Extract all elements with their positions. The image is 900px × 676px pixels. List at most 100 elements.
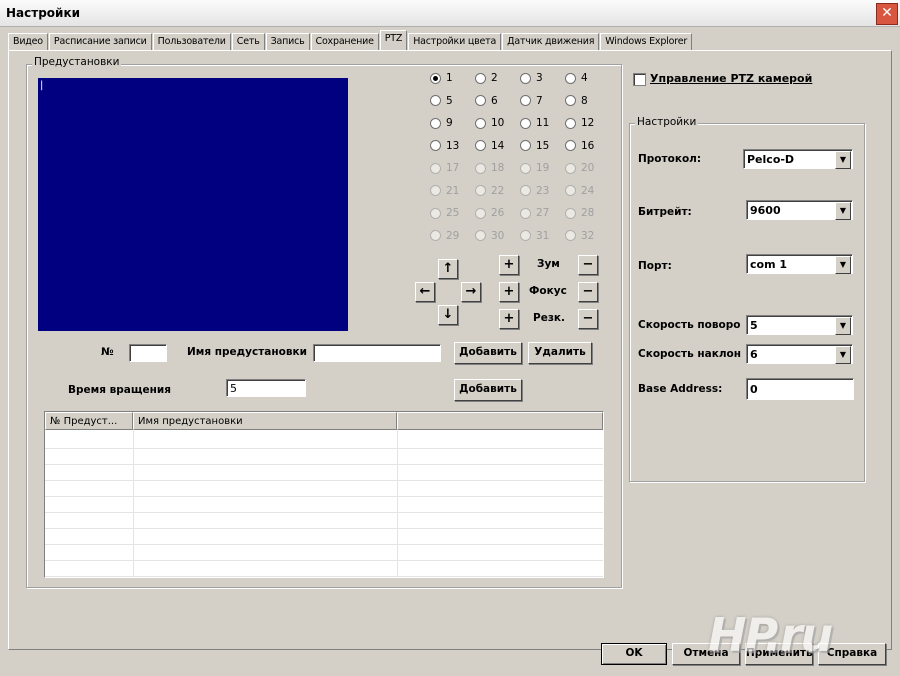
pan-up-button[interactable]: ↑ bbox=[438, 259, 458, 279]
preset-radio-1[interactable]: 1 bbox=[430, 72, 453, 84]
preset-radio-16[interactable]: 16 bbox=[565, 140, 594, 152]
tab-6[interactable]: PTZ bbox=[379, 30, 408, 50]
preset-radio-label: 8 bbox=[581, 94, 588, 107]
rotation-time-input[interactable]: 5 bbox=[226, 379, 306, 397]
column-header-name[interactable]: Имя предустановки bbox=[133, 412, 397, 430]
tab-2[interactable]: Пользователи bbox=[152, 33, 231, 50]
ptz-control-checkbox[interactable] bbox=[633, 73, 646, 86]
radio-dot-icon bbox=[475, 140, 486, 151]
focus-in-button[interactable]: + bbox=[499, 282, 519, 302]
add-preset-button[interactable]: Добавить bbox=[454, 342, 522, 364]
preset-radio-label: 16 bbox=[581, 139, 595, 152]
preset-radio-15[interactable]: 15 bbox=[520, 140, 549, 152]
tab-7[interactable]: Настройки цвета bbox=[408, 33, 502, 50]
preset-radio-12[interactable]: 12 bbox=[565, 117, 594, 129]
preset-radio-13[interactable]: 13 bbox=[430, 140, 459, 152]
radio-dot-icon bbox=[520, 207, 531, 219]
protocol-select[interactable]: Pelco-D ▼ bbox=[743, 149, 853, 169]
radio-dot-icon bbox=[430, 230, 441, 241]
preset-radio-label: 14 bbox=[491, 139, 505, 152]
preset-radio-label: 32 bbox=[581, 229, 595, 242]
tab-4[interactable]: Запись bbox=[265, 33, 310, 50]
column-header-empty[interactable] bbox=[397, 412, 603, 430]
iris-open-button[interactable]: + bbox=[499, 309, 519, 329]
ok-button[interactable]: OK bbox=[601, 643, 667, 665]
radio-dot-icon bbox=[475, 72, 486, 84]
preset-radio-2[interactable]: 2 bbox=[475, 72, 498, 84]
tab-0[interactable]: Видео bbox=[8, 33, 48, 50]
pan-speed-select[interactable]: 5 ▼ bbox=[746, 315, 853, 335]
preset-radio-14[interactable]: 14 bbox=[475, 140, 504, 152]
preset-radio-7[interactable]: 7 bbox=[520, 95, 543, 107]
preset-radio-label: 12 bbox=[581, 117, 595, 129]
preset-radio-label: 29 bbox=[446, 229, 460, 242]
chevron-down-icon[interactable]: ▼ bbox=[835, 202, 851, 220]
pan-left-button[interactable]: ← bbox=[415, 282, 435, 302]
tab-8[interactable]: Датчик движения bbox=[502, 33, 600, 50]
radio-dot-icon bbox=[565, 72, 576, 84]
presets-table[interactable]: № Предуст... Имя предустановки bbox=[44, 411, 604, 578]
pan-speed-label: Скорость поворо bbox=[638, 319, 741, 331]
zoom-in-button[interactable]: + bbox=[499, 255, 519, 275]
port-select[interactable]: com 1 ▼ bbox=[746, 254, 853, 274]
preset-radio-32: 32 bbox=[565, 230, 594, 242]
preset-radio-27: 27 bbox=[520, 207, 549, 219]
tab-5[interactable]: Сохранение bbox=[310, 33, 379, 50]
close-button[interactable]: ✕ bbox=[876, 3, 898, 25]
preset-radio-19: 19 bbox=[520, 162, 549, 174]
preset-radio-26: 26 bbox=[475, 207, 504, 219]
preset-radio-6[interactable]: 6 bbox=[475, 95, 498, 107]
chevron-down-icon[interactable]: ▼ bbox=[835, 346, 851, 364]
zoom-out-button[interactable]: − bbox=[578, 255, 598, 275]
tab-1[interactable]: Расписание записи bbox=[48, 33, 152, 50]
tilt-speed-value: 6 bbox=[750, 348, 758, 361]
radio-dot-icon bbox=[565, 207, 576, 219]
preset-radio-9[interactable]: 9 bbox=[430, 117, 453, 129]
preset-radio-5[interactable]: 5 bbox=[430, 95, 453, 107]
focus-out-button[interactable]: − bbox=[578, 282, 598, 302]
table-row bbox=[45, 576, 603, 577]
tab-3[interactable]: Сеть bbox=[231, 33, 265, 50]
preset-radio-label: 17 bbox=[446, 162, 460, 174]
preset-radio-22: 22 bbox=[475, 185, 504, 197]
table-row bbox=[45, 448, 603, 449]
chevron-down-icon[interactable]: ▼ bbox=[835, 151, 851, 169]
protocol-label: Протокол: bbox=[638, 153, 702, 165]
baud-select[interactable]: 9600 ▼ bbox=[746, 200, 853, 220]
radio-dot-icon bbox=[430, 162, 441, 174]
preset-radio-label: 6 bbox=[491, 94, 498, 107]
tab-9[interactable]: Windows Explorer bbox=[600, 33, 693, 50]
preset-number-input[interactable] bbox=[129, 344, 167, 362]
preset-radio-4[interactable]: 4 bbox=[565, 72, 588, 84]
base-address-input[interactable]: 0 bbox=[746, 378, 854, 400]
preset-radio-label: 10 bbox=[491, 117, 505, 129]
preset-name-input[interactable] bbox=[313, 344, 441, 362]
watermark-logo: HP.ru bbox=[708, 608, 833, 662]
ptz-control-label[interactable]: Управление PTZ камерой bbox=[650, 72, 812, 85]
preset-radio-8[interactable]: 8 bbox=[565, 95, 588, 107]
preset-radio-11[interactable]: 11 bbox=[520, 117, 549, 129]
delete-preset-button[interactable]: Удалить bbox=[528, 342, 592, 364]
column-header-number[interactable]: № Предуст... bbox=[45, 412, 133, 430]
preset-radio-label: 20 bbox=[581, 162, 595, 174]
radio-dot-icon bbox=[430, 185, 441, 196]
radio-dot-icon bbox=[475, 230, 486, 241]
preset-radio-label: 26 bbox=[491, 207, 505, 219]
chevron-down-icon[interactable]: ▼ bbox=[835, 317, 851, 335]
iris-close-button[interactable]: − bbox=[578, 309, 598, 329]
preset-radio-label: 25 bbox=[446, 207, 460, 219]
radio-dot-icon bbox=[565, 185, 576, 196]
base-address-label: Base Address: bbox=[638, 383, 723, 395]
iris-label: Резк. bbox=[533, 312, 566, 324]
preset-radio-label: 5 bbox=[446, 94, 453, 107]
preset-radio-30: 30 bbox=[475, 230, 504, 242]
pan-right-button[interactable]: → bbox=[461, 282, 481, 302]
preset-radio-3[interactable]: 3 bbox=[520, 72, 543, 84]
preset-radio-10[interactable]: 10 bbox=[475, 117, 504, 129]
chevron-down-icon[interactable]: ▼ bbox=[835, 256, 851, 274]
tilt-speed-select[interactable]: 6 ▼ bbox=[746, 344, 853, 364]
column-divider bbox=[397, 430, 398, 577]
pan-down-button[interactable]: ↓ bbox=[438, 305, 458, 325]
preset-radio-17: 17 bbox=[430, 162, 459, 174]
add-rotation-button[interactable]: Добавить bbox=[454, 379, 522, 401]
